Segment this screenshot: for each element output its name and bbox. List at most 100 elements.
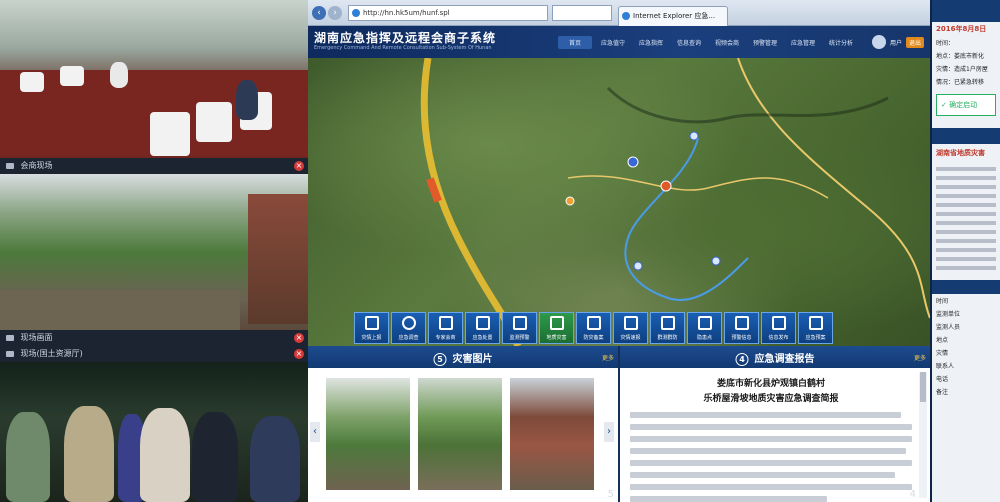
layers-icon [624,316,638,330]
side-row: 时间： [936,40,955,47]
menu-item[interactable]: 应急指挥 [634,36,668,49]
next-arrow-icon[interactable]: › [604,422,614,442]
menu-item[interactable]: 应急管理 [786,36,820,49]
side-row: 监测人员 [936,324,961,331]
toolbar-button[interactable]: 地质灾害 [539,312,574,344]
video-frame [0,174,308,330]
confirm-launch-button[interactable]: ✓ 确定启动 [936,94,996,116]
report-subheading: 乐桥屋滑坡地质灾害应急调查简报 [703,394,839,404]
broadcast-icon [772,316,786,330]
participant [110,62,128,88]
forward-button[interactable]: › [328,6,342,20]
map-marker-icon[interactable] [689,131,699,141]
tab-title: Internet Explorer 应急... [633,12,716,20]
panel-title: 应急调查报告 [754,354,815,365]
emergency-report-panel: 4 应急调查报告 更多 娄底市新化县炉观镇白鹤村 乐桥屋滑坡地质灾害应急调查简报 … [620,346,930,502]
participant [236,80,258,120]
side-row: 时间 [936,298,949,305]
browser-search-box[interactable] [552,5,612,21]
close-icon[interactable]: × [294,333,304,343]
video-caption-bar: 会商现场 × [0,158,308,174]
browser-tab[interactable]: Internet Explorer 应急... [618,6,728,26]
toolbar-button[interactable]: 信息发布 [761,312,796,344]
bell-icon [735,316,749,330]
more-link[interactable]: 更多 [914,353,926,362]
report-scrollbar[interactable] [919,372,927,498]
side-row: 灾情 [936,350,949,357]
disaster-photos-panel: 5 灾害图片 更多 ‹ › 5 [308,346,618,502]
toolbar-button[interactable]: 应急预案 [798,312,833,344]
menu-item[interactable]: 预警管理 [748,36,782,49]
browser-chrome: ‹ › http://hn.hk5um/hunf.spl Internet Ex… [308,0,930,26]
ie-icon [352,9,360,17]
map-marker-icon[interactable] [711,256,721,266]
command-app-window: ‹ › http://hn.hk5um/hunf.spl Internet Ex… [308,0,930,502]
address-bar[interactable]: http://hn.hk5um/hunf.spl [348,5,548,21]
user-area: 用户 退出 [871,35,924,49]
chair [20,72,44,92]
monitor-icon [587,316,601,330]
camera-icon [513,316,527,330]
plus-icon [439,316,453,330]
video-feed-site[interactable]: 现场画面 × [0,174,308,346]
video-caption-bar: 现场画面 × [0,330,308,346]
toolbar-button[interactable]: 灾情上报 [354,312,389,344]
panel-number: 5 [433,353,447,366]
highway-route [420,58,522,346]
side-row: 灾情：造成1户房屋 [936,66,988,73]
location-icon [402,316,416,330]
menu-item[interactable]: 应急值守 [596,36,630,49]
rubble [0,290,240,330]
disaster-photo[interactable] [418,378,502,490]
toolbar-button[interactable]: 隐患点 [687,312,722,344]
road [737,58,930,319]
side-paragraph [932,167,1000,270]
side-header [932,280,1000,294]
person [250,416,300,502]
map-overlay [420,58,930,346]
close-icon[interactable]: × [294,349,304,359]
back-button[interactable]: ‹ [312,6,326,20]
toolbar-button[interactable]: 预警信息 [724,312,759,344]
toolbar-button[interactable]: 群测群防 [650,312,685,344]
toolbar-button[interactable]: 应急调查 [391,312,426,344]
camera-icon [6,350,14,357]
video-label: 会商现场 [20,161,53,170]
screen: 会商现场 × 现场画面 × 现场(国土资源厅) × ‹ › http://hn.… [0,0,1000,502]
map-marker-icon[interactable] [565,196,575,206]
menu-item[interactable]: 统计分析 [824,36,858,49]
toolbar-button[interactable]: 专家会商 [428,312,463,344]
satellite-map[interactable]: 灾情上报 应急调查 专家会商 应急处置 监测预警 地质灾害 防灾备案 灾情速报 … [308,58,930,346]
menu-item[interactable]: 视频会商 [710,36,744,49]
ie-icon [622,12,630,20]
person [64,406,114,502]
panel-header: 4 应急调查报告 更多 [620,346,930,368]
panel-page-count: 4 [909,489,916,500]
map-marker-icon[interactable] [633,261,643,271]
person [6,412,50,502]
road [567,175,829,199]
menu-item[interactable]: 首页 [558,36,592,49]
app-title: 湖南应急指挥及远程会商子系统 [314,31,497,45]
disaster-marker-icon[interactable] [660,180,672,192]
logout-button[interactable]: 退出 [905,36,924,48]
video-feed-meeting[interactable]: 会商现场 × [0,0,308,174]
video-feed-officials[interactable]: 现场(国土资源厅) × [0,346,308,502]
toolbar-button[interactable]: 防灾备案 [576,312,611,344]
disaster-photo[interactable] [510,378,594,490]
toolbar-button[interactable]: 监测预警 [502,312,537,344]
toolbar-button[interactable]: 应急处置 [465,312,500,344]
user-avatar[interactable] [871,35,886,49]
prev-arrow-icon[interactable]: ‹ [310,422,320,442]
report-body: 娄底市新化县炉观镇白鹤村 乐桥屋滑坡地质灾害应急调查简报 [630,376,912,502]
map-marker-icon[interactable] [627,156,639,168]
more-link[interactable]: 更多 [602,353,614,362]
scrollbar-thumb[interactable] [920,372,926,402]
close-icon[interactable]: × [294,161,304,171]
disaster-photo[interactable] [326,378,410,490]
side-header [932,128,1000,144]
menu-item[interactable]: 信息查询 [672,36,706,49]
person [192,412,238,502]
video-label: 现场画面 [20,333,53,342]
toolbar-button[interactable]: 灾情速报 [613,312,648,344]
